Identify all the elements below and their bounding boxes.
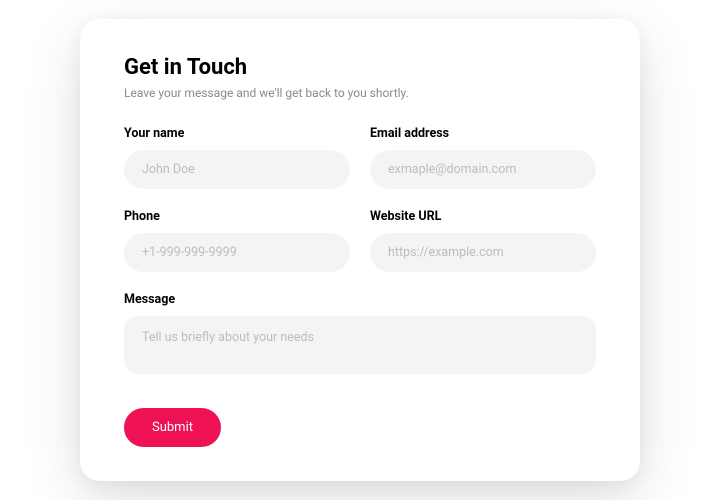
contact-form-card: Get in Touch Leave your message and we'l… bbox=[80, 19, 640, 481]
form-title: Get in Touch bbox=[124, 55, 596, 80]
phone-input[interactable] bbox=[124, 233, 350, 272]
field-phone: Phone bbox=[124, 209, 350, 272]
form-row-1: Your name Email address bbox=[124, 126, 596, 189]
message-input[interactable] bbox=[124, 316, 596, 374]
website-label: Website URL bbox=[370, 209, 596, 224]
email-input[interactable] bbox=[370, 150, 596, 189]
field-message: Message bbox=[124, 292, 596, 374]
website-input[interactable] bbox=[370, 233, 596, 272]
name-label: Your name bbox=[124, 126, 350, 141]
field-website: Website URL bbox=[370, 209, 596, 272]
field-name: Your name bbox=[124, 126, 350, 189]
phone-label: Phone bbox=[124, 209, 350, 224]
field-email: Email address bbox=[370, 126, 596, 189]
email-label: Email address bbox=[370, 126, 596, 141]
message-label: Message bbox=[124, 292, 596, 307]
form-subtitle: Leave your message and we'll get back to… bbox=[124, 86, 596, 100]
name-input[interactable] bbox=[124, 150, 350, 189]
form-row-3: Message bbox=[124, 292, 596, 374]
submit-button[interactable]: Submit bbox=[124, 408, 221, 447]
form-row-2: Phone Website URL bbox=[124, 209, 596, 272]
